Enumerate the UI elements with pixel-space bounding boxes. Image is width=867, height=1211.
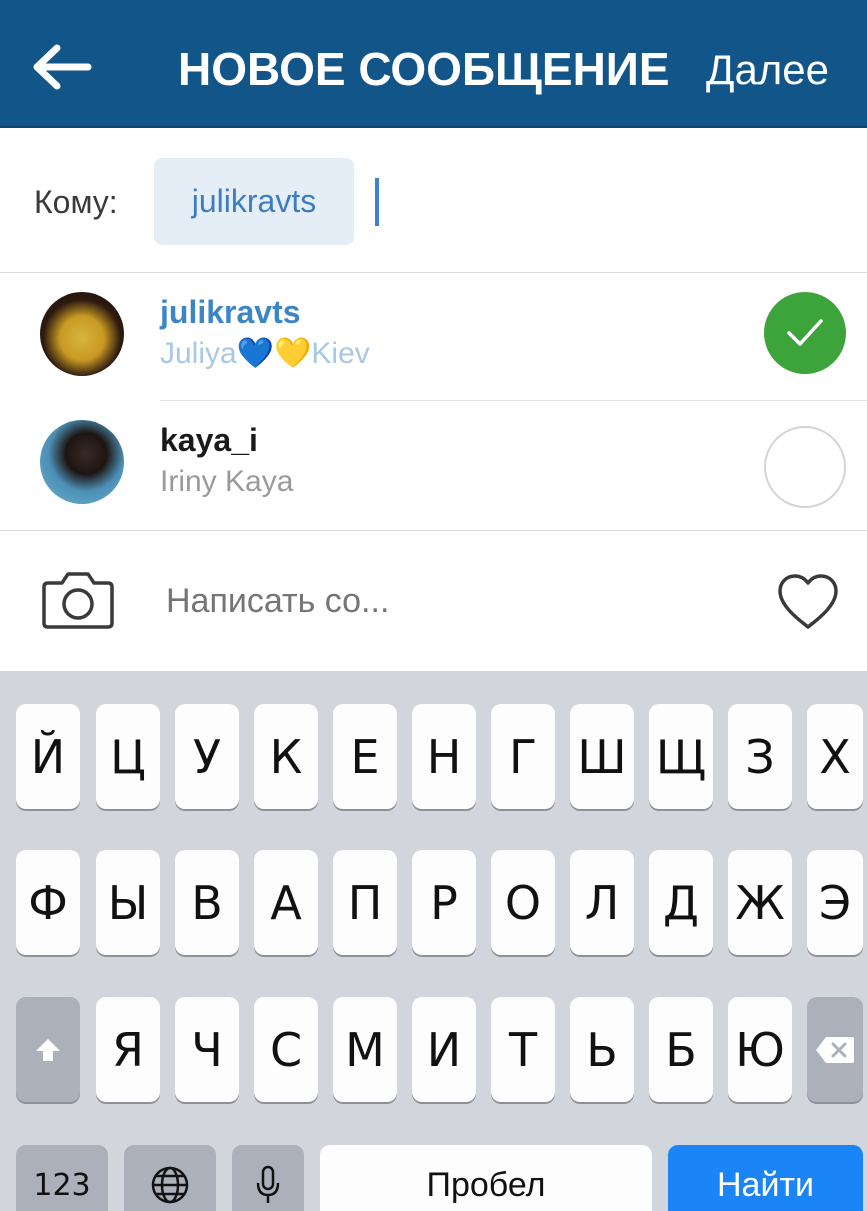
search-key[interactable]: Найти [668,1145,863,1211]
key[interactable]: Ж [728,850,792,955]
heart-icon [778,574,838,629]
key[interactable]: Ф [16,850,80,955]
key[interactable]: Щ [649,704,713,809]
username: kaya_i [160,422,258,458]
microphone-icon [256,1165,280,1203]
key[interactable]: У [175,704,239,809]
key[interactable]: Н [412,704,476,809]
key[interactable]: Х [807,704,863,809]
backspace-icon [816,1036,854,1063]
key[interactable]: Д [649,850,713,955]
avatar [40,292,124,376]
user-full-name: Iriny Kaya [160,465,294,498]
key[interactable]: Я [96,997,160,1102]
text-cursor [375,178,379,226]
recipient-label: Кому: [34,184,118,220]
key[interactable]: Г [491,704,555,809]
key[interactable]: Ц [96,704,160,809]
dictation-key[interactable] [232,1145,304,1211]
numbers-key[interactable]: 123 [16,1145,108,1211]
key[interactable]: С [254,997,318,1102]
key[interactable]: Л [570,850,634,955]
key[interactable]: Ч [175,997,239,1102]
key[interactable]: З [728,704,792,809]
key[interactable]: М [333,997,397,1102]
globe-key[interactable] [124,1145,216,1211]
next-button[interactable]: Далее [706,40,829,100]
key[interactable]: Е [333,704,397,809]
back-button[interactable] [30,34,110,100]
key[interactable]: Ь [570,997,634,1102]
globe-icon [151,1166,189,1204]
arrow-left-icon [33,44,92,90]
camera-icon [42,572,114,629]
key[interactable]: В [175,850,239,955]
recipient-chip-label: julikravts [191,183,317,219]
recipient-chip[interactable]: julikravts [154,158,354,245]
space-key[interactable]: Пробел [320,1145,652,1211]
divider [160,400,867,401]
shift-key[interactable] [16,997,80,1102]
key[interactable]: Р [412,850,476,955]
key[interactable]: П [333,850,397,955]
top-bar: НОВОЕ СООБЩЕНИЕ Далее [0,0,867,128]
key[interactable]: А [254,850,318,955]
backspace-key[interactable] [807,997,863,1102]
key[interactable]: Й [16,704,80,809]
shift-icon [36,1038,60,1061]
key[interactable]: О [491,850,555,955]
message-input[interactable] [166,579,726,623]
key[interactable]: Э [807,850,863,955]
key[interactable]: Ш [570,704,634,809]
key[interactable]: И [412,997,476,1102]
recipient-field[interactable]: Кому: julikravts [0,128,867,273]
camera-button[interactable] [40,569,116,636]
key[interactable]: К [254,704,318,809]
key[interactable]: Ы [96,850,160,955]
avatar [40,420,124,504]
page-title: НОВОЕ СООБЩЕНИЕ [178,43,670,95]
user-list-item[interactable]: julikravts Juliya💙💛Kiev [0,274,867,400]
key[interactable]: Ю [728,997,792,1102]
like-button[interactable] [776,573,840,636]
select-toggle-unchecked[interactable] [764,426,846,508]
checkmark-icon [787,319,823,346]
select-toggle-checked[interactable] [764,292,846,374]
user-list-item[interactable]: kaya_i Iriny Kaya [0,402,867,528]
user-full-name: Juliya💙💛Kiev [160,337,370,370]
username: julikravts [160,294,301,330]
key[interactable]: Т [491,997,555,1102]
keyboard: Й Ц У К Е Н Г Ш Щ З Х Ф Ы В А П Р О Л Д … [0,671,867,1211]
compose-bar [0,531,867,671]
key[interactable]: Б [649,997,713,1102]
